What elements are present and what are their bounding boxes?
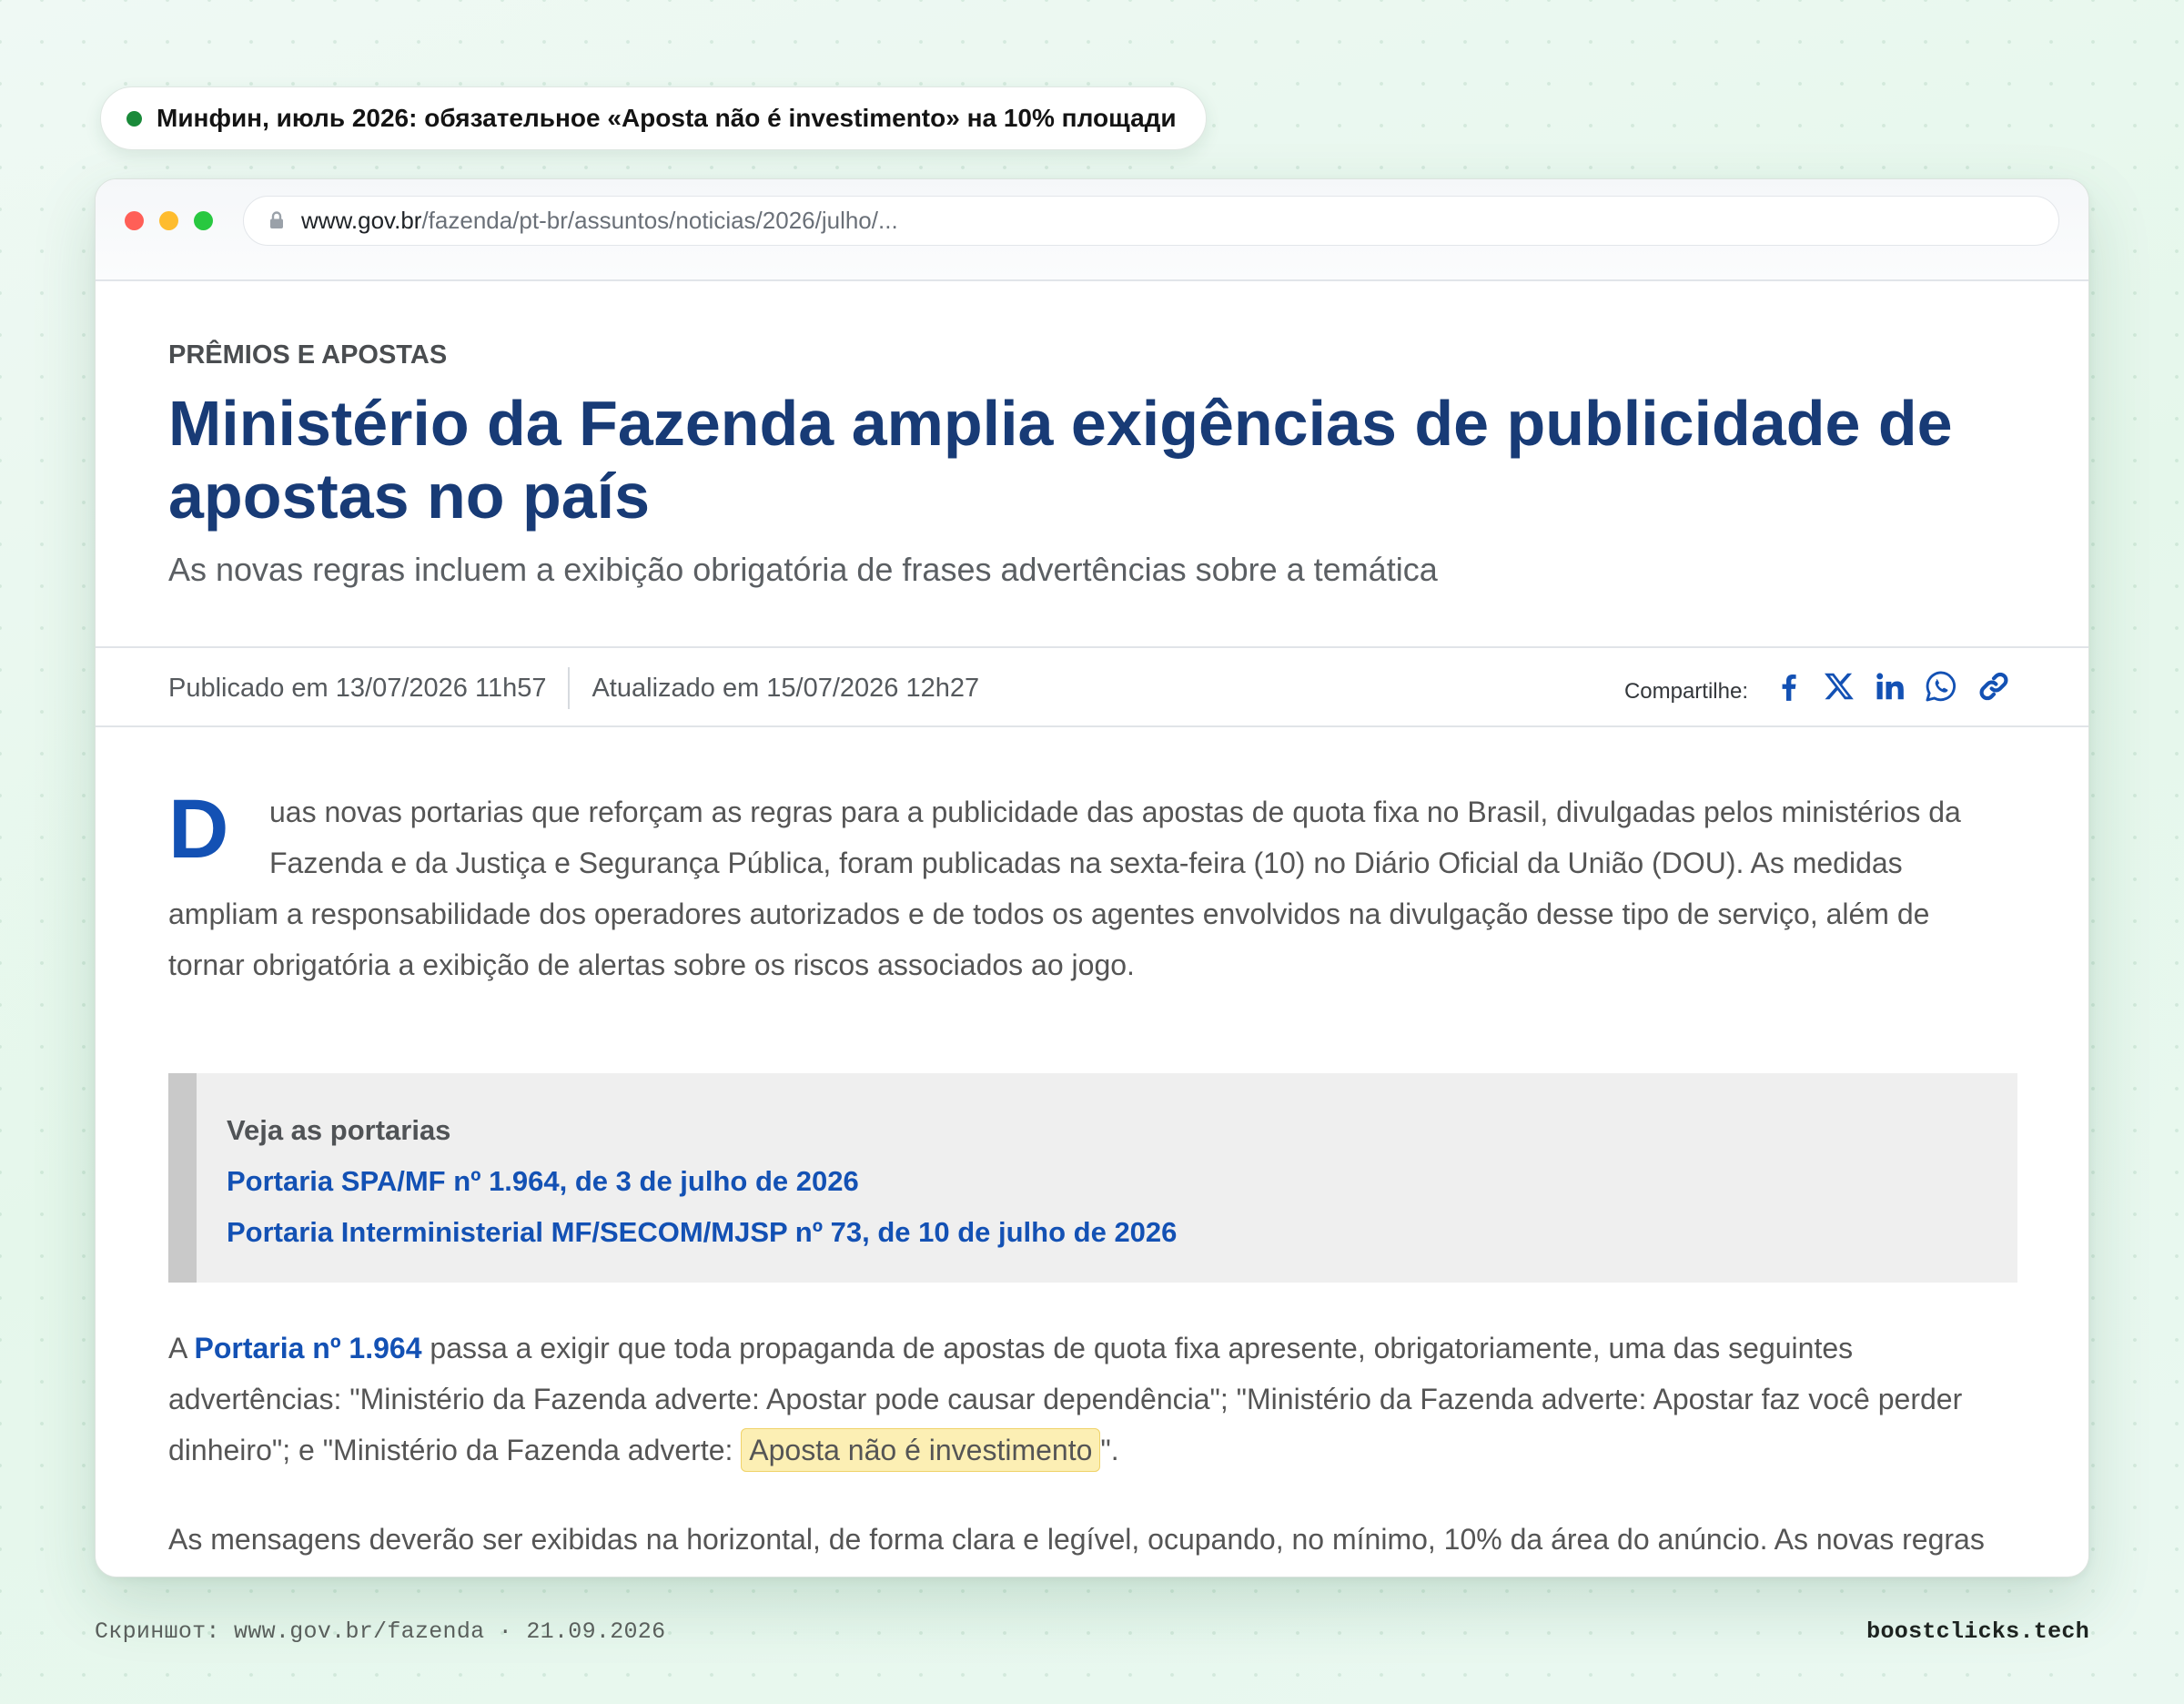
meta-divider: [568, 667, 571, 709]
headline-pill: Минфин, июль 2026: обязательное «Aposta …: [100, 86, 1207, 150]
url-domain: www.gov.br: [301, 207, 422, 234]
header-divider: [96, 646, 2088, 648]
published-date: Publicado em 13/07/2026 11h57: [168, 673, 547, 703]
url-text: www.gov.br/fazenda/pt-br/assuntos/notici…: [301, 197, 898, 244]
url-path: /fazenda/pt-br/assuntos/noticias/2026/ju…: [421, 207, 898, 234]
lead-line: Fazenda e da Justiça e Segurança Pública…: [269, 847, 1903, 879]
brand-label: boostclicks.tech: [1866, 1618, 2089, 1645]
paragraph-advertencias: A Portaria nº 1.964 passa a exigir que t…: [168, 1323, 2017, 1476]
article-subtitle: As novas regras incluem a exibição obrig…: [168, 551, 1438, 588]
portaria-1964-link[interactable]: Portaria nº 1.964: [194, 1332, 421, 1364]
text-segment: ".: [1100, 1434, 1119, 1466]
article-title: Ministério da Fazenda amplia exigências …: [168, 388, 1953, 532]
lead-line: ampliam a responsabilidade dos operadore…: [168, 898, 1930, 930]
headline-text: Минфин, июль 2026: обязательное «Aposta …: [157, 104, 1177, 132]
lead-line: uas novas portarias que reforçam as regr…: [269, 796, 1961, 828]
screenshot-caption: Скриншот: www.gov.br/fazenda · 21.09.202…: [95, 1618, 666, 1645]
meta-bottom-divider: [96, 725, 2088, 727]
close-window-button[interactable]: [125, 211, 144, 230]
article-category[interactable]: PRÊMIOS E APOSTAS: [168, 338, 447, 372]
article-meta: Publicado em 13/07/2026 11h57 Atualizado…: [168, 667, 979, 709]
callout-heading: Veja as portarias: [227, 1114, 451, 1146]
portaria-interministerial-link[interactable]: Portaria Interministerial MF/SECOM/MJSP …: [227, 1207, 2017, 1258]
share-label: Compartilhe:: [1623, 679, 1748, 704]
address-bar[interactable]: www.gov.br/fazenda/pt-br/assuntos/notici…: [243, 196, 2059, 246]
lock-icon: [266, 209, 288, 231]
text-segment: A: [168, 1332, 195, 1364]
paragraph-line: As mensagens deverão ser exibidas na hor…: [168, 1523, 1985, 1556]
status-dot: [126, 110, 142, 127]
paragraph-mensagens: As mensagens deverão ser exibidas na hor…: [168, 1514, 2017, 1565]
updated-date: Atualizado em 15/07/2026 12h27: [592, 673, 980, 703]
facebook-icon[interactable]: [1772, 669, 1806, 704]
paragraph-line: dinheiro"; e "Ministério da Fazenda adve…: [168, 1425, 2017, 1476]
lead-paragraph: uas novas portarias que reforçam as regr…: [168, 786, 2017, 990]
browser-toolbar: www.gov.br/fazenda/pt-br/assuntos/notici…: [96, 179, 2088, 281]
lead-line: tornar obrigatória a exibição de alertas…: [168, 948, 1135, 981]
whatsapp-icon[interactable]: [1924, 669, 1958, 704]
x-icon[interactable]: [1822, 669, 1856, 704]
browser-window: www.gov.br/fazenda/pt-br/assuntos/notici…: [95, 178, 2089, 1577]
maximize-window-button[interactable]: [194, 211, 213, 230]
paragraph-line: advertências: "Ministério da Fazenda adv…: [168, 1383, 1963, 1415]
portarias-callout: Veja as portarias Portaria SPA/MF nº 1.9…: [168, 1073, 2017, 1283]
text-segment: passa a exigir que toda propaganda de ap…: [421, 1332, 1854, 1364]
minimize-window-button[interactable]: [159, 211, 178, 230]
link-icon[interactable]: [1977, 669, 2011, 704]
highlighted-phrase: Aposta não é investimento: [741, 1428, 1101, 1472]
paragraph-line: A Portaria nº 1.964 passa a exigir que t…: [168, 1323, 2017, 1374]
portaria-spa-mf-link[interactable]: Portaria SPA/MF nº 1.964, de 3 de julho …: [227, 1156, 2017, 1207]
text-segment: dinheiro"; e "Ministério da Fazenda adve…: [168, 1434, 742, 1466]
linkedin-icon[interactable]: [1872, 669, 1906, 704]
